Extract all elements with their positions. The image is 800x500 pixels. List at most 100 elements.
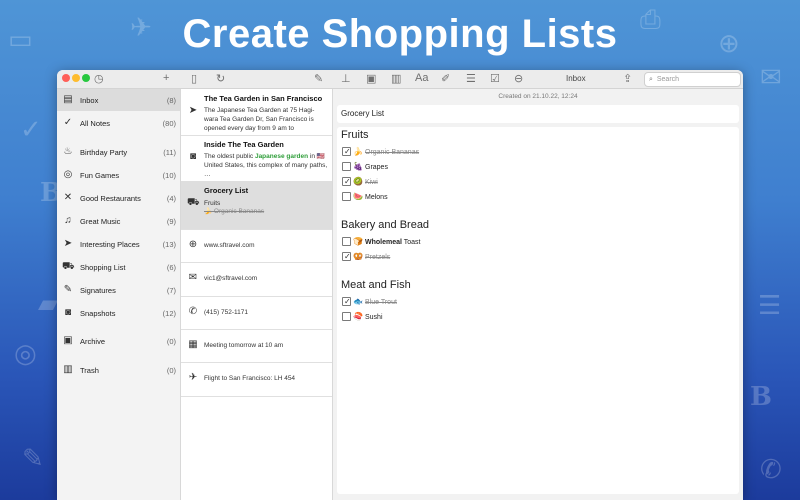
checklist-item[interactable]: ✓ 🥨 Pretzels — [342, 252, 642, 261]
cake-icon: ♨ — [63, 146, 73, 157]
created-date: Created on 21.10.22, 12:24 — [498, 93, 578, 100]
note-item-snippet: The oldest public Japanese garden in 🇺🇸 … — [204, 152, 328, 179]
folder-icon: ▰ — [38, 288, 58, 318]
refresh-icon[interactable]: ↻ — [216, 72, 225, 85]
checklist-item-text: Kiwi — [365, 179, 378, 186]
item-emoji-icon: 🍇 — [353, 162, 363, 171]
list-icon: ☰ — [758, 290, 782, 320]
note-title-field[interactable]: Grocery List — [337, 105, 739, 123]
note-list-item[interactable]: ✈ Flight to San Francisco: LH 454 — [181, 362, 332, 397]
checklist-item-text: Blue Trout — [365, 299, 397, 306]
checklist-item[interactable]: 🍇 Grapes — [342, 162, 642, 171]
checklist-item[interactable]: ✓ 🥝 Kiwi — [342, 177, 642, 186]
note-list-item[interactable]: ▦ Meeting tomorrow at 10 am — [181, 329, 332, 363]
close-button[interactable] — [62, 74, 70, 82]
zoom-button[interactable] — [82, 74, 90, 82]
checkmark-icon: ✓ — [344, 177, 351, 186]
checkbox[interactable]: ✓ — [342, 147, 351, 156]
pin-icon[interactable]: ⊥ — [341, 72, 351, 85]
highlighter-icon[interactable]: ✐ — [441, 72, 450, 85]
sidebar-item-count: (10) — [162, 171, 176, 180]
checkbox[interactable]: ✓ — [342, 297, 351, 306]
checklist-item-rest: Toast — [401, 239, 421, 246]
sidebar-item-great-music[interactable]: ♫ Great Music (9) — [57, 210, 180, 232]
item-emoji-icon: 🍌 — [353, 147, 363, 156]
note-body[interactable]: Fruits ✓ 🍌 Organic Bananas 🍇 Grapes ✓ 🥝 Kiwi 🍉 Mel… — [337, 127, 739, 494]
sidebar-item-all-notes[interactable]: ✓ All Notes (80) — [57, 112, 180, 134]
note-list-item[interactable]: ◙ Inside The Tea Garden The oldest public … — [181, 135, 332, 182]
checkbox[interactable] — [342, 192, 351, 201]
sidebar-item-label: Good Restaurants — [80, 194, 141, 203]
archive-icon[interactable]: ▣ — [366, 72, 376, 85]
checklist-icon[interactable]: ☑ — [490, 72, 500, 85]
sidebar-item-count: (0) — [166, 366, 176, 375]
sidebar-item-interesting-places[interactable]: ➤ Interesting Places (13) — [57, 233, 180, 255]
sidebar-item-archive[interactable]: ▣ Archive (0) — [57, 330, 180, 352]
sidebar-item-label: Fun Games — [80, 171, 120, 180]
trash-icon: ▥ — [63, 364, 73, 375]
checklist-item-text: Wholemeal Toast — [365, 238, 421, 247]
sidebar-item-label: Signatures — [80, 286, 116, 295]
checkmark-icon: ✓ — [20, 114, 42, 144]
note-list-item[interactable]: ➤ The Tea Garden in San Francisco The Japa… — [181, 89, 332, 136]
sidebar-item-signatures[interactable]: ✎ Signatures (7) — [57, 279, 180, 301]
phone-icon: ✆ — [760, 454, 782, 484]
sidebar-item-inbox[interactable]: ▤ Inbox (8) — [57, 89, 180, 111]
location-arrow-icon: ➤ — [63, 238, 73, 249]
sidebar-item-count: (9) — [166, 217, 176, 226]
checklist-item[interactable]: ✓ 🐟 Blue Trout — [342, 297, 642, 306]
compose-icon[interactable]: ✎ — [314, 72, 323, 85]
note-item-text: (415) 752-1171 — [204, 308, 248, 316]
note-item-text: vic1@sftravel.com — [204, 275, 258, 282]
envelope-icon: ✉ — [188, 272, 198, 283]
checkbox[interactable] — [342, 312, 351, 321]
note-list-item[interactable]: ✆ (415) 752-1171 — [181, 296, 332, 330]
sidebar-item-count: (4) — [166, 194, 176, 203]
sidebar-item-birthday-party[interactable]: ♨ Birthday Party (11) — [57, 141, 180, 163]
note-list-item[interactable]: ⊕ www.sftravel.com — [181, 229, 332, 263]
cart-icon: ⛟ — [62, 261, 75, 272]
music-note-icon: ♫ — [64, 215, 72, 226]
note-list-item[interactable]: ⛟ Grocery List Fruits 🍌 Organic Bananas — [181, 181, 332, 230]
checkbox[interactable] — [342, 237, 351, 246]
checkbox[interactable]: ✓ — [342, 252, 351, 261]
trash-icon[interactable]: ▥ — [391, 72, 401, 85]
glasses-icon: ◎ — [63, 169, 73, 180]
search-input[interactable]: ⌕ Search — [644, 72, 741, 87]
checklist-item[interactable]: 🍉 Melons — [342, 192, 642, 201]
checklist-item[interactable]: 🍣 Sushi — [342, 312, 642, 321]
sidebar-item-shopping-list[interactable]: ⛟ Shopping List (6) — [57, 256, 180, 278]
sync-status-icon[interactable]: ◷ — [94, 72, 104, 85]
checkbox[interactable]: ✓ — [342, 177, 351, 186]
sidebar-item-snapshots[interactable]: ◙ Snapshots (12) — [57, 302, 180, 324]
checkbox[interactable] — [342, 162, 351, 171]
checklist-item-text: Sushi — [365, 314, 383, 321]
sidebar-item-label: Snapshots — [80, 309, 116, 318]
item-emoji-icon: 🥝 — [353, 177, 363, 186]
share-icon[interactable]: ⇪ — [623, 72, 632, 85]
sidebar-toggle-icon[interactable]: ▯ — [191, 72, 197, 85]
item-emoji-icon: 🥨 — [353, 252, 363, 261]
sidebar-item-fun-games[interactable]: ◎ Fun Games (10) — [57, 164, 180, 186]
brush-icon: ✎ — [22, 443, 44, 473]
sidebar-item-count: (6) — [166, 263, 176, 272]
sidebar-item-good-restaurants[interactable]: ✕ Good Restaurants (4) — [57, 187, 180, 209]
sidebar-item-label: Archive — [80, 337, 106, 346]
checklist-item-text: Melons — [365, 194, 388, 201]
font-icon[interactable]: Aa — [415, 72, 428, 84]
sidebar-item-trash[interactable]: ▥ Trash (0) — [57, 359, 180, 381]
note-item-text: Flight to San Francisco: LH 454 — [204, 375, 296, 382]
note-item-text: Meeting tomorrow at 10 am — [204, 341, 284, 349]
add-folder-icon[interactable]: + — [163, 72, 169, 84]
checkmark-icon: ✓ — [344, 297, 351, 306]
cart-icon: ⛟ — [187, 197, 200, 208]
minus-circle-icon[interactable]: ⊖ — [514, 72, 523, 85]
note-list: ➤ The Tea Garden in San Francisco The Japa… — [181, 89, 333, 500]
minimize-button[interactable] — [72, 74, 80, 82]
checklist-item[interactable]: 🍞 Wholemeal Toast — [342, 237, 642, 246]
bullet-list-icon[interactable]: ☰ — [466, 72, 476, 85]
sidebar-item-label: Shopping List — [80, 263, 126, 272]
sidebar-item-label: Interesting Places — [80, 240, 140, 249]
checklist-item[interactable]: ✓ 🍌 Organic Bananas — [342, 147, 642, 156]
note-list-item[interactable]: ✉ vic1@sftravel.com — [181, 262, 332, 297]
